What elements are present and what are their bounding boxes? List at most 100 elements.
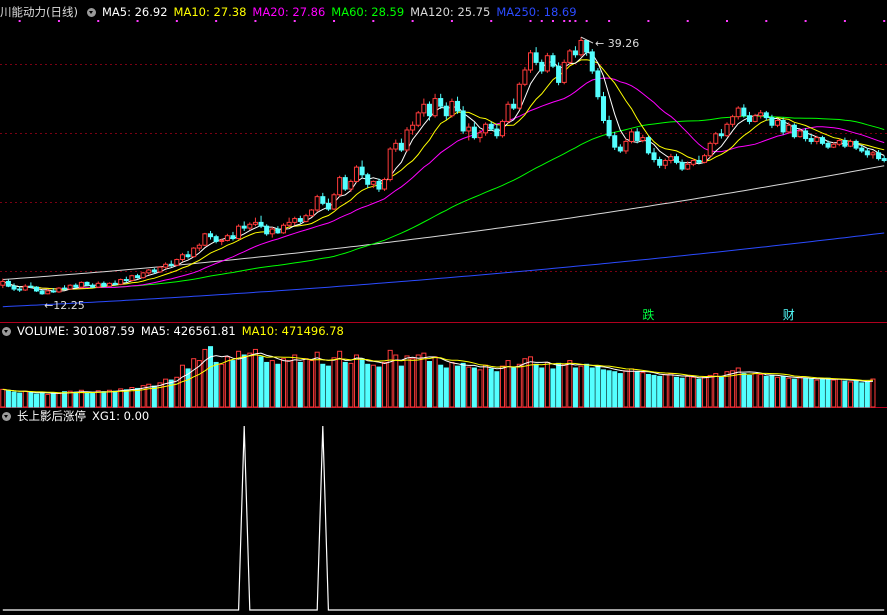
- ma20-line: [2, 77, 885, 290]
- volume-bar: [179, 364, 185, 408]
- volume-bar: [572, 367, 578, 408]
- candle-body: [157, 266, 163, 273]
- volume-bar: [73, 391, 79, 408]
- candle-body: [640, 137, 646, 141]
- volume-bar: [432, 356, 438, 408]
- volume-bar: [56, 393, 62, 408]
- candle-body: [17, 288, 23, 291]
- event-dot: [883, 20, 886, 22]
- volume-bar: [208, 346, 214, 408]
- candle-body: [657, 159, 663, 166]
- candle-body: [584, 39, 590, 53]
- candle-body: [90, 284, 96, 288]
- candle-body: [269, 228, 275, 235]
- volume-bar: [410, 358, 416, 408]
- volume-bar: [151, 385, 157, 408]
- volume-bar: [455, 365, 461, 408]
- event-dot: [551, 20, 554, 22]
- volume-bar: [578, 365, 584, 408]
- candle-body: [763, 112, 769, 119]
- candle-body: [735, 107, 741, 118]
- volume-bar: [230, 360, 236, 408]
- volume-bar: [331, 357, 337, 408]
- candle-body: [808, 138, 814, 142]
- volume-bar: [808, 378, 814, 408]
- volume-bar: [337, 350, 343, 408]
- candle-body: [842, 139, 848, 147]
- candle-body: [101, 282, 107, 287]
- event-marker: 财: [783, 308, 795, 322]
- event-dot: [540, 20, 543, 22]
- candle-body: [595, 70, 601, 98]
- stock-chart[interactable]: ← 39.26 ←12.25 跌 财: [0, 0, 887, 615]
- candle-body: [881, 158, 887, 161]
- volume-bar: [600, 369, 607, 408]
- event-dot: [608, 20, 611, 22]
- volume-bar: [84, 392, 90, 408]
- volume-bar: [847, 381, 854, 408]
- candle-body: [179, 254, 185, 261]
- candle-body: [758, 112, 764, 117]
- event-dot: [372, 20, 375, 22]
- candle-body: [241, 225, 247, 229]
- candle-body: [67, 284, 73, 290]
- volume-bar: [842, 380, 848, 408]
- candle-body: [342, 177, 348, 190]
- volume-bar: [775, 376, 781, 408]
- candle-body: [859, 147, 865, 152]
- candle-body: [505, 103, 511, 122]
- candle-body: [325, 202, 331, 210]
- event-dot: [97, 20, 100, 22]
- candle-body: [191, 247, 197, 258]
- candle-body: [314, 196, 320, 211]
- candle-body: [612, 135, 618, 148]
- volume-bar: [241, 354, 247, 408]
- candle-body: [668, 156, 674, 161]
- candle-body: [135, 275, 141, 279]
- candle-body: [73, 284, 79, 288]
- volume-bar: [325, 365, 331, 408]
- volume-bar: [213, 361, 219, 408]
- candle-body: [617, 146, 623, 152]
- candle-body: [292, 218, 298, 223]
- volume-bar: [634, 371, 640, 408]
- volume-bar: [28, 392, 34, 408]
- event-dot: [647, 20, 650, 22]
- event-dot: [175, 20, 178, 22]
- volume-bar: [95, 390, 101, 408]
- ma120-line: [2, 165, 885, 280]
- volume-bar: [62, 391, 68, 408]
- candle-body: [280, 224, 287, 234]
- volume-bar: [292, 354, 298, 408]
- volume-bar: [398, 365, 404, 408]
- volume-bar: [45, 393, 51, 408]
- volume-bar: [645, 374, 651, 408]
- candle-body: [78, 281, 84, 288]
- volume-bar: [443, 367, 449, 408]
- volume-bar: [690, 376, 696, 408]
- volume-bar: [606, 370, 612, 408]
- event-dot: [529, 20, 532, 22]
- candle-body: [168, 263, 174, 266]
- candle-body: [483, 123, 489, 134]
- candle-body: [466, 126, 472, 132]
- volume-bar: [404, 355, 410, 408]
- volume-bar: [382, 361, 388, 408]
- event-dot: [490, 20, 493, 22]
- candle-body: [673, 156, 679, 163]
- volume-bar: [112, 390, 118, 408]
- candle-body: [775, 119, 781, 126]
- candle-body: [309, 209, 315, 217]
- volume-bar: [556, 362, 562, 408]
- candle-body: [511, 103, 517, 109]
- candle-body: [853, 140, 859, 149]
- candle-body: [106, 282, 112, 287]
- candle-body: [39, 290, 45, 295]
- volume-bar: [353, 354, 360, 408]
- volume-bar: [22, 390, 28, 408]
- candle-body: [550, 55, 556, 67]
- high-price-label: ← 39.26: [595, 37, 639, 50]
- volume-bar: [735, 367, 741, 408]
- volume-bar: [258, 356, 264, 408]
- candle-body: [696, 159, 702, 163]
